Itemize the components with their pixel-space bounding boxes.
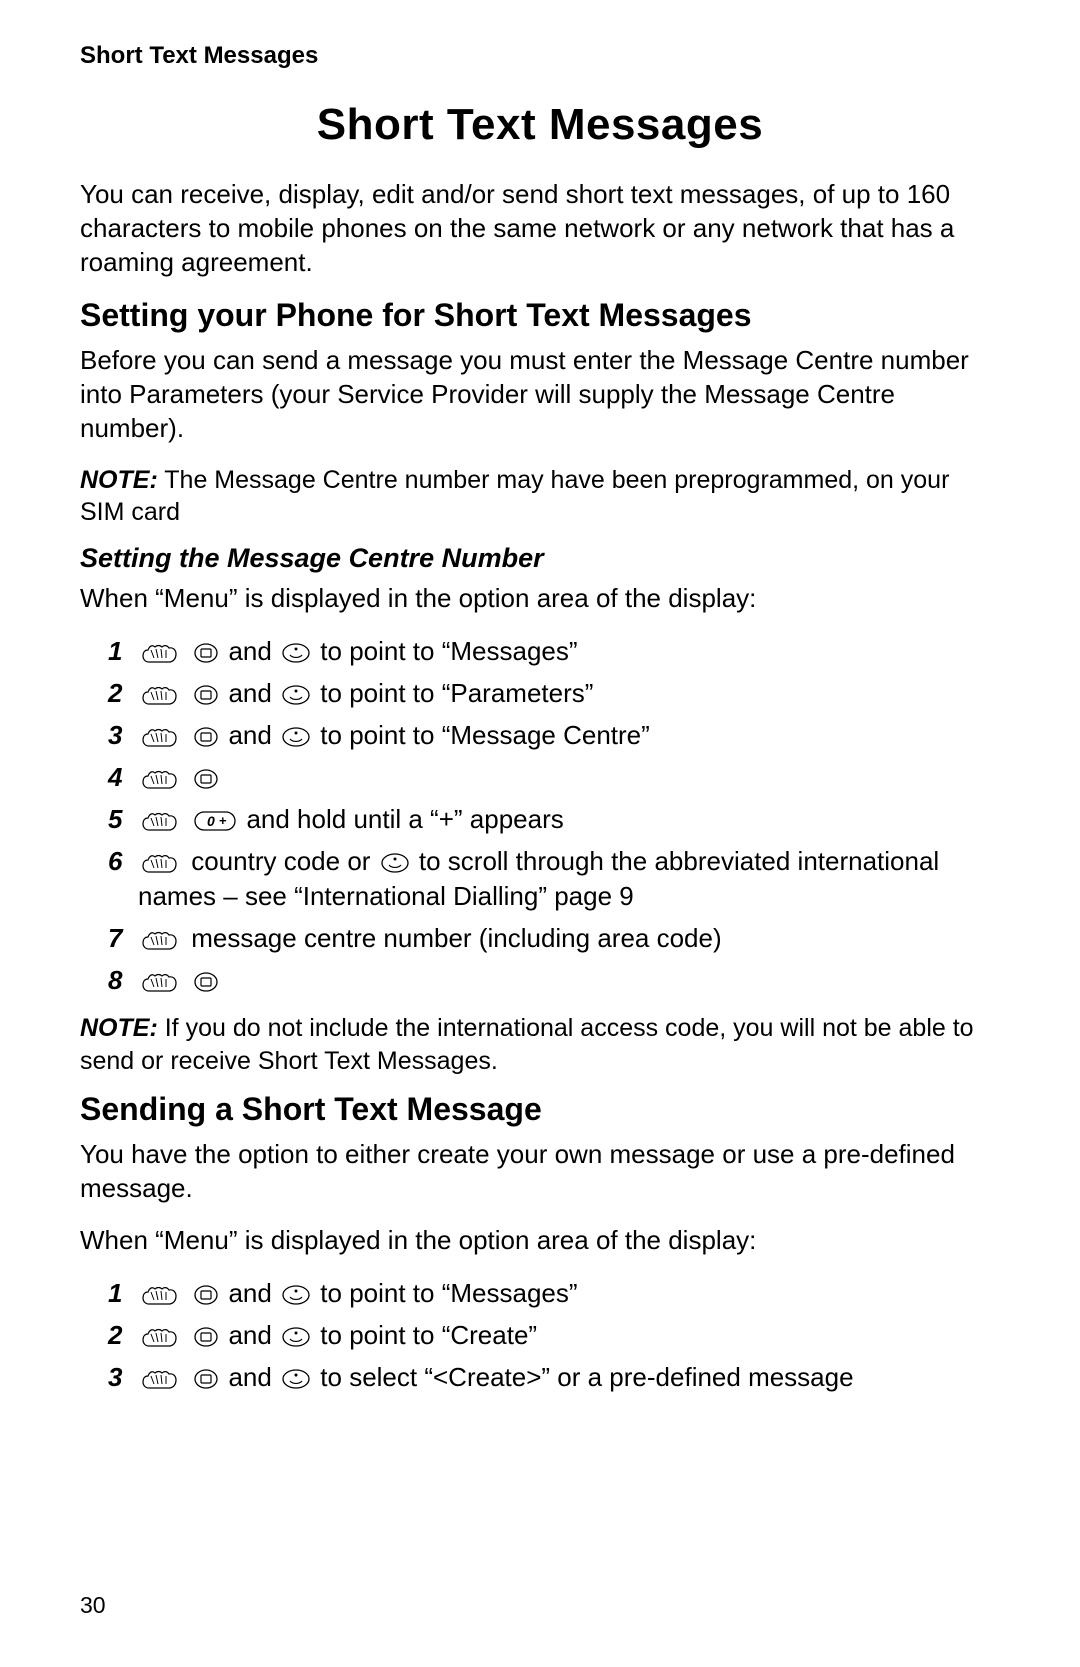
hand-icon xyxy=(141,768,181,790)
page-number: 30 xyxy=(80,1592,106,1619)
step-item: 4 xyxy=(108,760,1000,795)
step-number: 1 xyxy=(108,1276,138,1311)
step-item: 7 message centre number (including area … xyxy=(108,921,1000,956)
step-item: 1 and to point to “Messages” xyxy=(108,1276,1000,1311)
page-title: Short Text Messages xyxy=(80,100,1000,150)
step-item: 3 and to select “<Create>” or a pre-defi… xyxy=(108,1360,1000,1395)
note-2: NOTE: If you do not include the internat… xyxy=(80,1012,1000,1077)
note-text: The Message Centre number may have been … xyxy=(80,466,949,527)
running-header: Short Text Messages xyxy=(80,42,1000,70)
note-text: If you do not include the international … xyxy=(80,1014,974,1075)
step-number: 2 xyxy=(108,676,138,711)
step-number: 5 xyxy=(108,802,138,837)
step-text: and hold until a “+” appears xyxy=(239,804,564,834)
step-number: 3 xyxy=(108,1360,138,1395)
hand-icon xyxy=(141,852,181,874)
section-heading-sending: Sending a Short Text Message xyxy=(80,1091,1000,1128)
note-label: NOTE: xyxy=(80,1014,158,1042)
softkey-icon xyxy=(194,643,218,663)
section2-paragraph-1: You have the option to either create you… xyxy=(80,1138,1000,1206)
step-text: and xyxy=(221,1362,279,1392)
step-text: message centre number (including area co… xyxy=(184,923,722,953)
zero-key-icon xyxy=(194,811,236,831)
step-number: 6 xyxy=(108,844,138,879)
subsection-intro: When “Menu” is displayed in the option a… xyxy=(80,582,1000,616)
step-text: and xyxy=(221,1320,279,1350)
step-number: 3 xyxy=(108,718,138,753)
subsection-heading: Setting the Message Centre Number xyxy=(80,543,1000,574)
softkey-icon xyxy=(194,1369,218,1389)
hand-icon xyxy=(141,929,181,951)
nav-icon xyxy=(282,1327,310,1347)
hand-icon xyxy=(141,971,181,993)
nav-icon xyxy=(282,727,310,747)
step-number: 8 xyxy=(108,963,138,998)
step-number: 4 xyxy=(108,760,138,795)
hand-icon xyxy=(141,810,181,832)
step-text: country code or xyxy=(184,846,378,876)
step-text: and xyxy=(221,636,279,666)
note-1: NOTE: The Message Centre number may have… xyxy=(80,464,1000,529)
hand-icon xyxy=(141,726,181,748)
softkey-icon xyxy=(194,972,218,992)
steps-list-2: 1 and to point to “Messages” 2 and to po… xyxy=(80,1276,1000,1395)
step-text: and xyxy=(221,720,279,750)
step-text: and xyxy=(221,1278,279,1308)
step-number: 7 xyxy=(108,921,138,956)
step-item: 3 and to point to “Message Centre” xyxy=(108,718,1000,753)
hand-icon xyxy=(141,684,181,706)
hand-icon xyxy=(141,1368,181,1390)
hand-icon xyxy=(141,642,181,664)
step-item: 8 xyxy=(108,963,1000,998)
step-text: to point to “Create” xyxy=(313,1320,537,1350)
step-number: 1 xyxy=(108,634,138,669)
softkey-icon xyxy=(194,727,218,747)
softkey-icon xyxy=(194,685,218,705)
step-item: 2 and to point to “Create” xyxy=(108,1318,1000,1353)
step-text: to point to “Messages” xyxy=(313,636,577,666)
step-item: 2 and to point to “Parameters” xyxy=(108,676,1000,711)
softkey-icon xyxy=(194,1285,218,1305)
section-heading-setting: Setting your Phone for Short Text Messag… xyxy=(80,297,1000,334)
step-text: to point to “Parameters” xyxy=(313,678,593,708)
section1-paragraph: Before you can send a message you must e… xyxy=(80,344,1000,445)
nav-icon xyxy=(282,685,310,705)
softkey-icon xyxy=(194,1327,218,1347)
step-text: and xyxy=(221,678,279,708)
step-text: to select “<Create>” or a pre-defined me… xyxy=(313,1362,854,1392)
nav-icon xyxy=(381,853,409,873)
nav-icon xyxy=(282,1285,310,1305)
softkey-icon xyxy=(194,769,218,789)
hand-icon xyxy=(141,1284,181,1306)
note-label: NOTE: xyxy=(80,466,158,494)
step-number: 2 xyxy=(108,1318,138,1353)
section2-paragraph-2: When “Menu” is displayed in the option a… xyxy=(80,1224,1000,1258)
hand-icon xyxy=(141,1326,181,1348)
step-item: 6 country code or to scroll through the … xyxy=(108,844,1000,914)
steps-list-1: 1 and to point to “Messages” 2 and to po… xyxy=(80,634,1000,999)
intro-paragraph: You can receive, display, edit and/or se… xyxy=(80,178,1000,279)
step-text: to point to “Message Centre” xyxy=(313,720,650,750)
step-text: to point to “Messages” xyxy=(313,1278,577,1308)
step-item: 1 and to point to “Messages” xyxy=(108,634,1000,669)
nav-icon xyxy=(282,643,310,663)
nav-icon xyxy=(282,1369,310,1389)
step-item: 5 and hold until a “+” appears xyxy=(108,802,1000,837)
